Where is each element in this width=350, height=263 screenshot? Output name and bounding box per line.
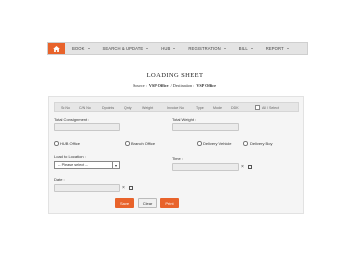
- nav-item-label: BILL: [238, 46, 248, 51]
- nav-item-registration[interactable]: REGISTRATION: [181, 43, 231, 54]
- total-weight-label: Total Weight :: [172, 117, 197, 122]
- nav-item-label: REGISTRATION: [188, 46, 221, 51]
- delivery-vehicle-radio[interactable]: [197, 141, 202, 146]
- load-location-label: Load to Location :: [54, 154, 86, 159]
- source-destination-line: Source : VSP Office / Destination : VSP …: [0, 83, 350, 88]
- chevron-down-icon: [112, 162, 119, 169]
- load-location-selected: -- Please select --: [58, 163, 88, 167]
- total-weight-field[interactable]: [172, 123, 239, 131]
- delivery-boy-label: Delivery Boy: [250, 141, 273, 146]
- destination-label: Destination :: [172, 83, 195, 88]
- destination-value: VSP Office: [196, 83, 217, 88]
- hub-office-label: HUB Office: [60, 141, 80, 146]
- nav-home-button[interactable]: [48, 43, 65, 54]
- load-location-select[interactable]: -- Please select --: [54, 161, 120, 169]
- nav-item-book[interactable]: BOOK: [65, 43, 96, 54]
- nav-item-label: REPORT: [265, 46, 284, 51]
- date-field[interactable]: [54, 184, 120, 192]
- date-label: Date :: [54, 177, 65, 182]
- total-consignment-label: Total Consignment :: [54, 117, 90, 122]
- nav-item-search-update[interactable]: SEARCH & UPDATE: [96, 43, 155, 54]
- branch-office-radio[interactable]: [125, 141, 130, 146]
- branch-office-label: Branch Office: [131, 141, 156, 146]
- nav-item-label: BOOK: [72, 46, 85, 51]
- column-header: Weight: [142, 106, 154, 110]
- column-header: Type: [196, 106, 204, 110]
- column-header: Mode: [213, 106, 222, 110]
- calendar-icon[interactable]: [129, 186, 133, 190]
- delivery-boy-radio[interactable]: [243, 141, 248, 146]
- nav-item-bill[interactable]: BILL: [232, 43, 259, 54]
- select-all-checkbox[interactable]: [255, 104, 260, 110]
- select-all-label: All / Select: [262, 106, 279, 110]
- delivery-vehicle-label: Delivery Vehicle: [203, 141, 232, 146]
- column-header: Dpoints: [102, 106, 115, 110]
- caret-down-icon: [146, 48, 149, 49]
- time-label: Time :: [172, 156, 183, 161]
- source-value: VSP Office: [148, 83, 169, 88]
- time-field[interactable]: [172, 163, 239, 171]
- caret-down-icon: [173, 48, 176, 49]
- column-header: Invoice No: [167, 106, 184, 110]
- table-header: Sr.No C/N No Dpoints Qnty Weight Invoice…: [54, 102, 299, 112]
- caret-down-icon: [223, 48, 226, 49]
- total-consignment-field[interactable]: [54, 123, 120, 131]
- separator: /: [170, 83, 172, 88]
- save-button[interactable]: Save: [115, 198, 134, 208]
- nav-item-label: HUB: [161, 46, 171, 51]
- page-title: LOADING SHEET: [146, 72, 204, 79]
- caret-down-icon: [250, 48, 253, 49]
- hub-office-radio[interactable]: [54, 141, 59, 146]
- source-label: Source :: [132, 83, 147, 88]
- loading-sheet-form: Sr.No C/N No Dpoints Qnty Weight Invoice…: [48, 96, 304, 214]
- column-header: Qnty: [124, 106, 132, 110]
- date-clear-icon[interactable]: ×: [120, 184, 127, 192]
- time-clear-icon[interactable]: ×: [239, 163, 246, 171]
- column-header: Sr.No: [61, 106, 70, 110]
- caret-down-icon: [87, 48, 90, 49]
- clock-icon[interactable]: [248, 165, 252, 169]
- home-icon: [53, 45, 60, 52]
- nav-item-hub[interactable]: HUB: [154, 43, 181, 54]
- clear-button[interactable]: Clear: [138, 198, 157, 208]
- nav-item-label: SEARCH & UPDATE: [102, 46, 144, 51]
- nav-item-report[interactable]: REPORT: [259, 43, 295, 54]
- print-button[interactable]: Print: [160, 198, 179, 208]
- top-navbar: BOOK SEARCH & UPDATE HUB REGISTRATION BI…: [47, 42, 308, 55]
- caret-down-icon: [286, 48, 289, 49]
- column-header: DDK: [231, 106, 239, 110]
- column-header: C/N No: [79, 106, 91, 110]
